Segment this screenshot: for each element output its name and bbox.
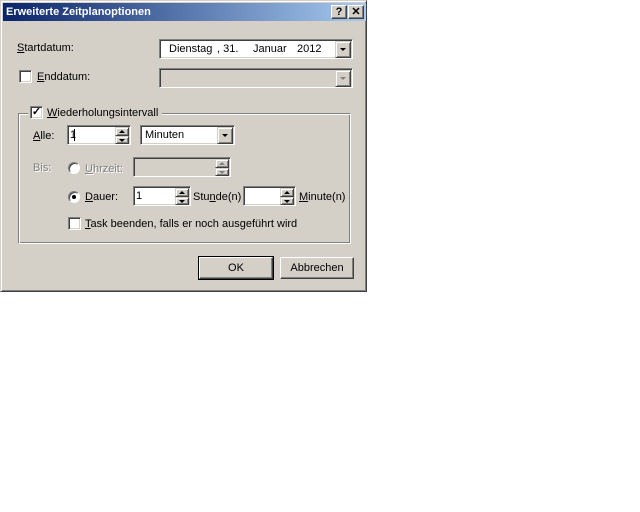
window-title: Erweiterte Zeitplanoptionen <box>6 6 151 18</box>
dauer-hours-value[interactable]: 1 <box>136 190 142 202</box>
repeat-interval-checkbox[interactable]: ✓ <box>30 106 43 119</box>
startdatum-dropdown-button[interactable] <box>335 41 351 58</box>
spin-up-icon <box>284 191 290 194</box>
advanced-schedule-dialog: Erweiterte Zeitplanoptionen ? ✕ Startdat… <box>0 0 367 292</box>
repeat-interval-legend: ✓ Wiederholungsintervall <box>28 105 162 121</box>
repeat-interval-label: Wiederholungsintervall <box>47 107 159 119</box>
unit-select-value: Minuten <box>145 129 185 141</box>
enddatum-label: Enddatum: <box>37 71 91 83</box>
alle-spinner[interactable]: 1 <box>67 125 131 145</box>
startdatum-weekday[interactable]: Dienstag <box>169 43 212 55</box>
cancel-button-label: Abbrechen <box>290 262 344 274</box>
dauer-hours-spin-down[interactable] <box>175 197 189 205</box>
ok-button[interactable]: OK <box>198 256 274 280</box>
minuten-label: Minute(n) <box>299 191 346 203</box>
bis-label: Bis: <box>33 162 52 174</box>
title-bar[interactable]: Erweiterte Zeitplanoptionen ? ✕ <box>3 3 366 21</box>
enddatum-checkbox[interactable] <box>19 70 32 83</box>
close-icon: ✕ <box>351 6 361 18</box>
alle-label: Alle: <box>33 130 55 142</box>
spin-down-icon <box>119 139 125 142</box>
uhrzeit-spinner <box>133 157 231 177</box>
startdatum-year[interactable]: 2012 <box>297 43 321 55</box>
spin-down-icon <box>284 200 290 203</box>
chevron-down-icon <box>222 134 228 137</box>
task-stop-label: Task beenden, falls er noch ausgeführt w… <box>85 218 298 230</box>
alle-spin-up[interactable] <box>115 127 129 136</box>
help-button[interactable]: ? <box>331 5 347 19</box>
enddatum-picker <box>159 68 353 88</box>
help-icon: ? <box>335 6 343 18</box>
dauer-minutes-spinner[interactable] <box>243 186 296 206</box>
startdatum-picker[interactable]: Dienstag , 31. Januar 2012 <box>159 39 353 59</box>
startdatum-day[interactable]: , 31. <box>217 43 238 55</box>
uhrzeit-spin-up <box>215 159 229 168</box>
dauer-hours-spinner[interactable]: 1 <box>133 186 191 206</box>
stunden-label: Stunde(n) <box>193 191 242 203</box>
radio-selected-dot <box>72 195 76 199</box>
alle-spin-down[interactable] <box>115 136 129 144</box>
chevron-down-icon <box>340 77 346 80</box>
spin-up-icon <box>219 162 225 165</box>
dauer-hours-spin-up[interactable] <box>175 188 189 197</box>
dauer-label: Dauer: <box>85 191 119 203</box>
unit-select[interactable]: Minuten <box>140 125 235 145</box>
uhrzeit-spin-down <box>215 168 229 176</box>
ok-button-label: OK <box>228 262 244 274</box>
dauer-radio[interactable] <box>68 191 80 203</box>
enddatum-dropdown-button <box>335 70 351 87</box>
spin-up-icon <box>119 130 125 133</box>
uhrzeit-radio[interactable] <box>68 162 80 174</box>
cancel-button[interactable]: Abbrechen <box>280 257 354 279</box>
unit-dropdown-button[interactable] <box>217 127 233 144</box>
task-stop-checkbox[interactable] <box>68 217 81 230</box>
text-caret <box>74 129 75 141</box>
startdatum-label: Startdatum: <box>17 42 74 54</box>
checkmark-icon: ✓ <box>31 106 42 118</box>
dauer-minutes-spin-down[interactable] <box>280 197 294 205</box>
close-button[interactable]: ✕ <box>348 5 364 19</box>
startdatum-month[interactable]: Januar <box>253 43 287 55</box>
dauer-minutes-spin-up[interactable] <box>280 188 294 197</box>
uhrzeit-label: Uhrzeit: <box>85 163 123 175</box>
spin-up-icon <box>179 191 185 194</box>
spin-down-icon <box>219 171 225 174</box>
chevron-down-icon <box>340 48 346 51</box>
spin-down-icon <box>179 200 185 203</box>
